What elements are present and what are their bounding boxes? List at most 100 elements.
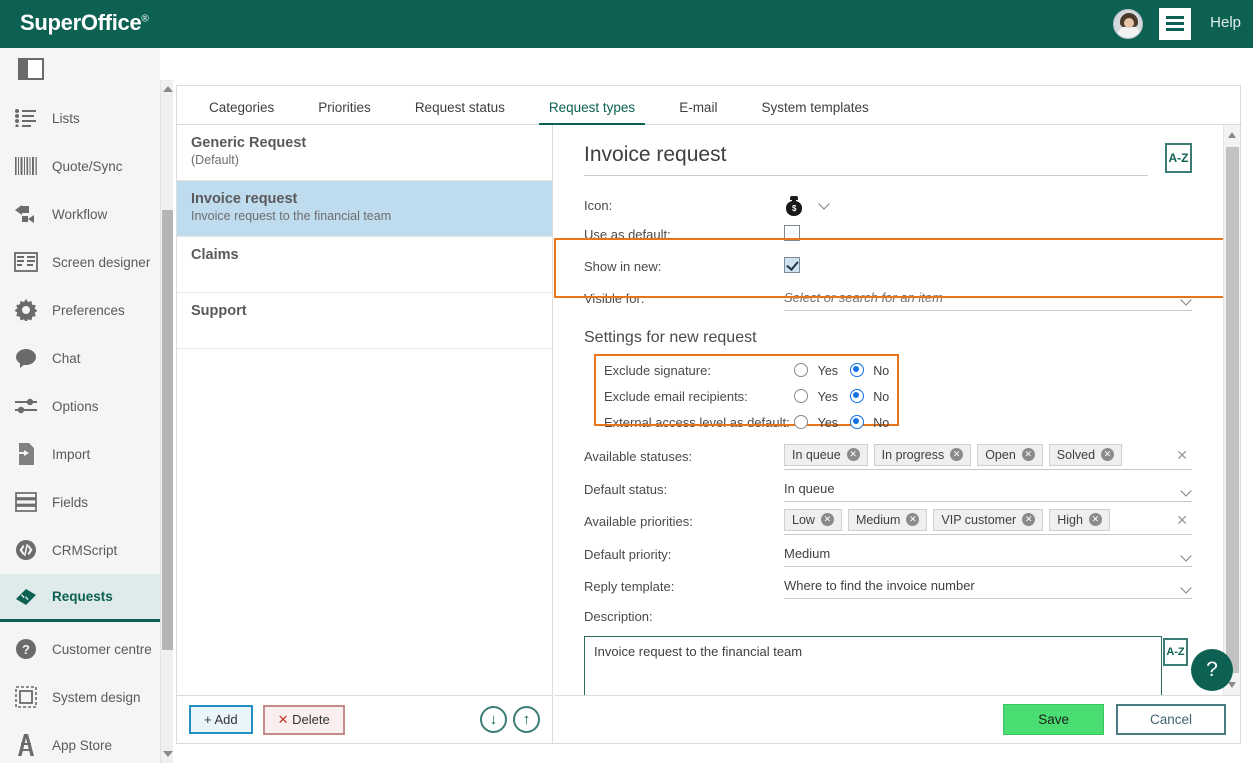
description-spellcheck-button[interactable]: A-Z <box>1163 638 1188 666</box>
tab-request-types[interactable]: Request types <box>527 100 657 125</box>
chevron-down-icon[interactable] <box>817 197 830 214</box>
field-row-external-access-level: External access level as default: Yes No <box>584 409 1192 435</box>
external-access-level-radio-yes[interactable] <box>794 414 808 429</box>
list-item-title: Generic Request <box>191 135 307 151</box>
barcode-icon <box>0 157 52 175</box>
tab-email[interactable]: E-mail <box>657 100 739 124</box>
chip-status[interactable]: In queue ✕ <box>784 443 868 466</box>
sidebar-item-chat[interactable]: Chat <box>0 334 160 382</box>
sidebar-item-label: Workflow <box>52 206 108 222</box>
move-up-button[interactable]: ↑ <box>513 706 540 733</box>
scroll-up-icon[interactable] <box>163 86 173 92</box>
sidebar-item-system-design[interactable]: System design <box>0 673 160 721</box>
list-item-invoice-request[interactable]: Invoice request Invoice request to the f… <box>177 181 552 237</box>
visible-for-select[interactable]: Select or search for an item <box>784 286 1192 311</box>
tab-priorities[interactable]: Priorities <box>296 100 393 124</box>
exclude-email-recipients-radio-yes[interactable] <box>794 388 808 403</box>
cancel-button[interactable]: Cancel <box>1115 704 1226 735</box>
gear-icon <box>0 299 52 321</box>
sidebar-item-lists[interactable]: Lists <box>0 94 160 142</box>
sidebar-item-crmscript[interactable]: CRMScript <box>0 526 160 574</box>
sidebar-item-import[interactable]: Import <box>0 430 160 478</box>
chip-priority[interactable]: High ✕ <box>1049 508 1110 531</box>
detail-scrollbar[interactable] <box>1223 125 1240 695</box>
chip-priority[interactable]: Low ✕ <box>784 508 842 531</box>
description-textarea[interactable]: Invoice request to the financial team <box>584 636 1162 695</box>
sidebar-item-quote-sync[interactable]: Quote/Sync <box>0 142 160 190</box>
chevron-down-icon[interactable] <box>1180 483 1192 498</box>
tab-categories[interactable]: Categories <box>187 100 296 124</box>
sidebar-item-label: Quote/Sync <box>52 158 123 174</box>
spellcheck-az-button[interactable]: A-Z <box>1165 143 1192 173</box>
sidebar-item-label: Options <box>52 398 99 414</box>
reply-template-select[interactable]: Where to find the invoice number <box>784 574 1192 599</box>
chip-status[interactable]: Open ✕ <box>977 443 1043 466</box>
chip-remove-icon[interactable]: ✕ <box>1021 448 1035 461</box>
registered-mark: ® <box>141 13 149 25</box>
chip-status[interactable]: Solved ✕ <box>1048 443 1123 466</box>
chip-status[interactable]: In progress ✕ <box>873 443 972 466</box>
sidebar-item-requests[interactable]: Requests <box>0 574 160 622</box>
chip-remove-icon[interactable]: ✕ <box>820 513 834 526</box>
move-down-button[interactable]: ↓ <box>480 706 507 733</box>
chip-label: VIP customer <box>941 512 1017 527</box>
chip-remove-icon[interactable]: ✕ <box>950 448 964 461</box>
default-priority-select[interactable]: Medium <box>784 542 1192 567</box>
sidebar-item-screen-designer[interactable]: Screen designer <box>0 238 160 286</box>
panel-toggle-icon[interactable] <box>18 58 44 80</box>
sidebar-item-fields[interactable]: Fields <box>0 478 160 526</box>
chip-remove-icon[interactable]: ✕ <box>1088 513 1102 526</box>
tab-system-templates[interactable]: System templates <box>739 100 890 124</box>
list-item-generic-request[interactable]: Generic Request (Default) <box>177 125 552 181</box>
save-button[interactable]: Save <box>1003 704 1104 735</box>
chip-remove-icon[interactable]: ✕ <box>906 513 920 526</box>
chip-priority[interactable]: Medium ✕ <box>847 508 928 531</box>
external-access-level-radio-no[interactable] <box>849 414 864 429</box>
scroll-down-icon[interactable] <box>163 751 173 757</box>
sidebar-scroll-thumb[interactable] <box>162 210 173 650</box>
chevron-down-icon[interactable] <box>1180 548 1192 563</box>
request-type-list-pane: Generic Request (Default) Invoice reques… <box>177 125 553 743</box>
sidebar-item-workflow[interactable]: Workflow <box>0 190 160 238</box>
external-access-level-label: External access level as default: <box>604 414 790 430</box>
detail-scroll-thumb[interactable] <box>1226 147 1239 673</box>
chevron-down-icon[interactable] <box>1180 580 1192 595</box>
hamburger-line <box>1166 16 1184 19</box>
hamburger-menu-icon[interactable] <box>1159 8 1191 40</box>
show-in-new-checkbox[interactable] <box>784 257 800 273</box>
use-as-default-checkbox[interactable] <box>784 225 800 241</box>
chevron-down-icon[interactable] <box>1180 292 1192 307</box>
exclude-signature-radio-no[interactable] <box>849 362 864 377</box>
chip-remove-icon[interactable]: ✕ <box>1101 448 1115 461</box>
sidebar-item-options[interactable]: Options <box>0 382 160 430</box>
field-row-reply-template: Reply template: Where to find the invoic… <box>584 570 1192 602</box>
avatar[interactable] <box>1113 9 1143 39</box>
clear-all-statuses-icon[interactable]: ✕ <box>1176 447 1188 464</box>
tab-request-status[interactable]: Request status <box>393 100 527 124</box>
default-status-select[interactable]: In queue <box>784 477 1192 502</box>
exclude-signature-radio-yes[interactable] <box>794 362 808 377</box>
list-item-claims[interactable]: Claims <box>177 237 552 293</box>
list-item-support[interactable]: Support <box>177 293 552 349</box>
scroll-up-icon[interactable] <box>1228 132 1236 138</box>
icon-field-value[interactable]: $ <box>784 195 1192 216</box>
reply-template-value: Where to find the invoice number <box>784 574 1192 599</box>
sidebar-item-preferences[interactable]: Preferences <box>0 286 160 334</box>
sidebar-item-customer-centre[interactable]: ? Customer centre <box>0 625 160 673</box>
scroll-down-icon[interactable] <box>1228 682 1236 688</box>
add-button[interactable]: + Add <box>189 705 253 734</box>
chip-priority[interactable]: VIP customer ✕ <box>933 508 1044 531</box>
sidebar-item-app-store[interactable]: App Store <box>0 721 160 769</box>
delete-button[interactable]: ✕ Delete <box>262 704 345 735</box>
import-icon <box>0 443 52 465</box>
exclude-email-recipients-radio-no[interactable] <box>849 388 864 403</box>
help-floating-button[interactable]: ? <box>1191 649 1233 691</box>
help-link[interactable]: Help <box>1210 14 1241 31</box>
default-status-value: In queue <box>784 477 1192 502</box>
chip-remove-icon[interactable]: ✕ <box>846 448 860 461</box>
chip-remove-icon[interactable]: ✕ <box>1022 513 1036 526</box>
clear-all-priorities-icon[interactable]: ✕ <box>1176 512 1188 529</box>
sidebar-scrollbar[interactable] <box>160 80 173 763</box>
external-access-level-value: Yes No <box>794 414 1192 430</box>
page-title[interactable]: Invoice request <box>584 143 1148 176</box>
